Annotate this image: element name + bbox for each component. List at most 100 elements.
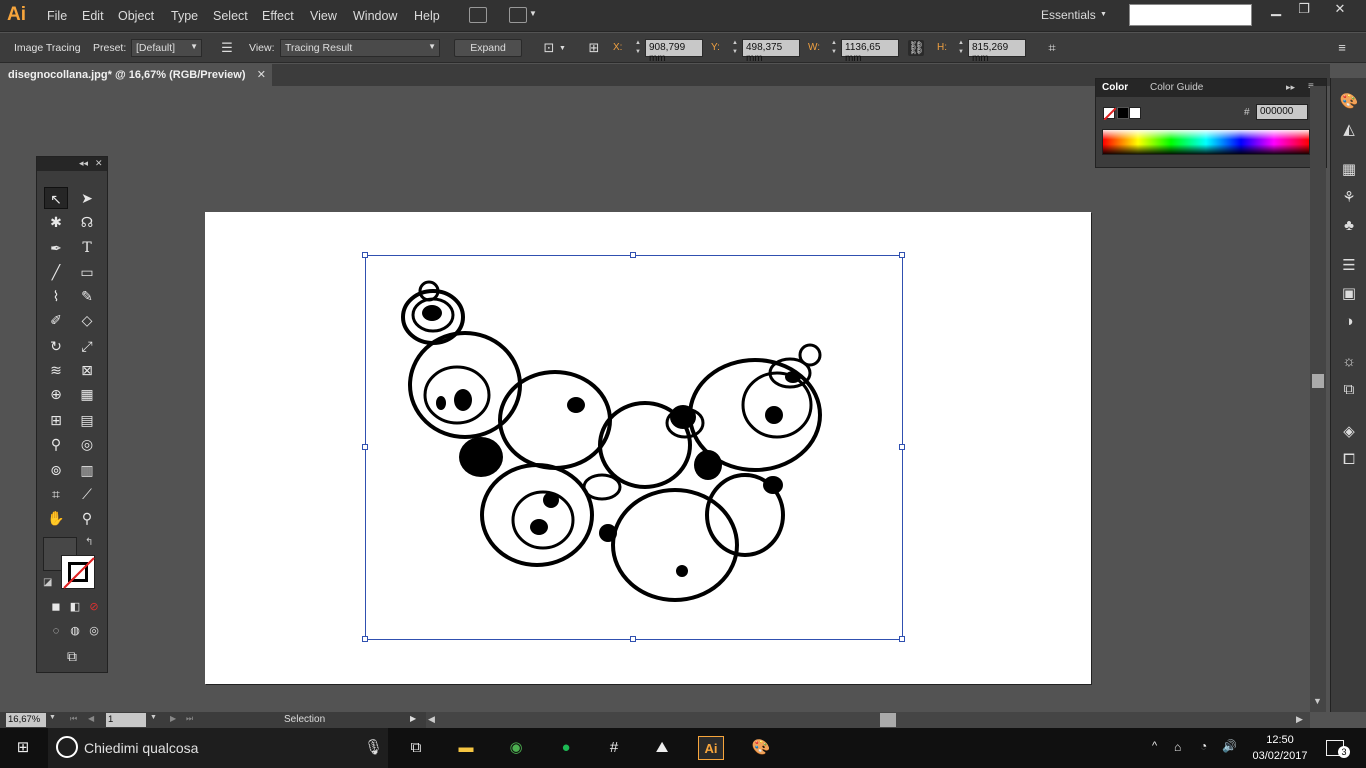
default-fill-stroke-icon[interactable]: ◪ [43,577,52,588]
chevron-left-icon[interactable]: ◀ [428,714,435,725]
brushes-icon[interactable]: ⚘ [1339,188,1359,208]
microphone-icon[interactable]: 🎙 [364,738,383,756]
zoom-tool-icon[interactable]: ⚲ [75,507,99,529]
black-swatch[interactable] [1117,107,1129,119]
slice-tool-icon[interactable]: ⟋ [75,483,99,505]
align-icon[interactable]: ⊡ [541,40,557,56]
x-stepper[interactable]: ▲ ▼ [633,39,643,57]
eraser-tool-icon[interactable]: ◇ [75,309,99,331]
collapse-icon[interactable]: ▸▸ [1286,82,1295,93]
transform-icon[interactable]: ⌗ [1044,40,1060,56]
network-icon[interactable]: ⌂ [1174,740,1181,754]
menu-effect[interactable]: Effect [262,9,294,23]
gradient-icon[interactable]: ▣ [1339,284,1359,304]
menu-view[interactable]: View [310,9,337,23]
y-stepper[interactable]: ▲ ▼ [730,39,740,57]
chevron-down-icon[interactable]: ▼ [529,9,537,18]
direct-selection-tool-icon[interactable]: ➤ [75,187,99,209]
shape-builder-tool-icon[interactable]: ⊕ [44,383,68,405]
vertical-scrollbar[interactable]: ▼ [1310,86,1326,712]
swatches-icon[interactable]: ▦ [1339,160,1359,180]
pen-tool-icon[interactable]: ✒ [44,237,68,259]
spotify-icon[interactable]: ● [553,736,579,760]
last-artboard-icon[interactable]: ⏭ [186,714,193,724]
warp-tool-icon[interactable]: ≋ [44,359,68,381]
menu-window[interactable]: Window [353,9,397,23]
slack-icon[interactable]: # [601,736,627,760]
chevron-down-icon[interactable]: ▼ [1100,11,1107,18]
selection-tool-icon[interactable]: ↖ [44,187,68,209]
close-icon[interactable]: ✕ [95,158,103,169]
color-icon[interactable]: 🎨 [1339,92,1359,112]
chrome-icon[interactable]: ◉ [503,736,529,760]
vertical-scroll-thumb[interactable] [1312,374,1324,388]
appearance-icon[interactable]: ☼ [1339,352,1359,372]
tab-color-guide[interactable]: Color Guide [1150,82,1203,93]
windows-start-icon[interactable]: ⊞ [10,736,36,760]
resize-handle[interactable] [899,444,905,450]
tracing-panel-icon[interactable]: ☰ [219,40,235,56]
none-mode-icon[interactable]: ⊘ [82,596,106,618]
expand-button[interactable]: Expand [454,39,522,57]
w-field[interactable]: 1136,65 mm [841,39,899,64]
chevron-right-icon[interactable]: ▶ [1296,714,1303,725]
chevron-up-icon[interactable]: ^ [1152,740,1157,752]
blend-tool-icon[interactable]: ◎ [75,433,99,455]
restore-icon[interactable]: ❐ [1286,0,1322,20]
line-tool-icon[interactable]: ╱ [44,261,68,283]
free-transform-tool-icon[interactable]: ⊠ [75,359,99,381]
none-swatch[interactable] [1103,107,1117,121]
first-artboard-icon[interactable]: ⏮ [70,714,77,724]
document-tab[interactable]: disegnocollana.jpg* @ 16,67% (RGB/Previe… [0,64,272,86]
screen-mode-icon[interactable]: ⧉ [60,645,84,667]
gradient-tool-icon[interactable]: ▤ [75,409,99,431]
tab-color[interactable]: Color [1102,82,1128,93]
chevron-down-icon[interactable]: ▼ [559,45,566,52]
illustrator-taskbar-icon[interactable]: Ai [698,736,724,760]
workspace-switcher[interactable]: Essentials [1041,8,1096,22]
previous-artboard-icon[interactable]: ◀ [88,714,94,723]
link-proportions-icon[interactable]: ⛓ [908,40,925,56]
menu-select[interactable]: Select [213,9,248,23]
blob-brush-tool-icon[interactable]: ✐ [44,309,68,331]
bridge-icon[interactable] [469,7,487,23]
draw-inside-icon[interactable]: ◎ [82,620,106,642]
zoom-field[interactable]: 16,67% [6,713,46,727]
close-icon[interactable]: ✕ [257,68,266,81]
menu-file[interactable]: File [47,9,67,23]
menu-object[interactable]: Object [118,9,154,23]
type-tool-icon[interactable]: T [75,237,99,259]
menu-edit[interactable]: Edit [82,9,104,23]
view-dropdown[interactable]: Tracing Result ▼ [280,39,440,57]
scale-tool-icon[interactable]: ⤢ [75,335,99,357]
horizontal-scroll-thumb[interactable] [880,713,896,727]
wifi-icon[interactable]: ◔ [1200,739,1207,753]
image-tracing-label[interactable]: Image Tracing [14,42,81,54]
resize-handle[interactable] [630,636,636,642]
collapse-icon[interactable]: ◂◂ [79,158,88,169]
system-clock[interactable]: 12:50 03/02/2017 [1250,732,1310,764]
rectangle-tool-icon[interactable]: ▭ [75,261,99,283]
h-field[interactable]: 815,269 mm [968,39,1026,64]
preset-dropdown[interactable]: [Default] ▼ [131,39,202,57]
magic-wand-tool-icon[interactable]: ✱ [44,211,68,233]
swap-fill-stroke-icon[interactable]: ↰ [85,537,93,548]
h-stepper[interactable]: ▲ ▼ [956,39,966,57]
file-explorer-icon[interactable]: ▬ [453,736,479,760]
resize-handle[interactable] [899,252,905,258]
task-view-icon[interactable]: ⧉ [403,736,429,760]
artboard-number-field[interactable]: 1 [106,713,146,727]
tools-panel-header[interactable]: ◂◂ ✕ [37,157,107,171]
resize-handle[interactable] [630,252,636,258]
w-stepper[interactable]: ▲ ▼ [829,39,839,57]
eyedropper-tool-icon[interactable]: ⚲ [44,433,68,455]
chevron-down-icon[interactable]: ▼ [150,714,157,721]
paintbrush-tool-icon[interactable]: ⌇ [44,285,68,307]
reference-point-icon[interactable]: ⊞ [586,40,602,56]
symbol-sprayer-tool-icon[interactable]: ⊚ [44,459,68,481]
cortana-search[interactable]: Chiedimi qualcosa 🎙 [48,728,388,768]
stroke-icon[interactable]: ☰ [1339,256,1359,276]
volume-icon[interactable]: 🔊 [1222,739,1237,753]
resize-handle[interactable] [362,636,368,642]
chevron-down-icon[interactable]: ▼ [1313,696,1322,706]
